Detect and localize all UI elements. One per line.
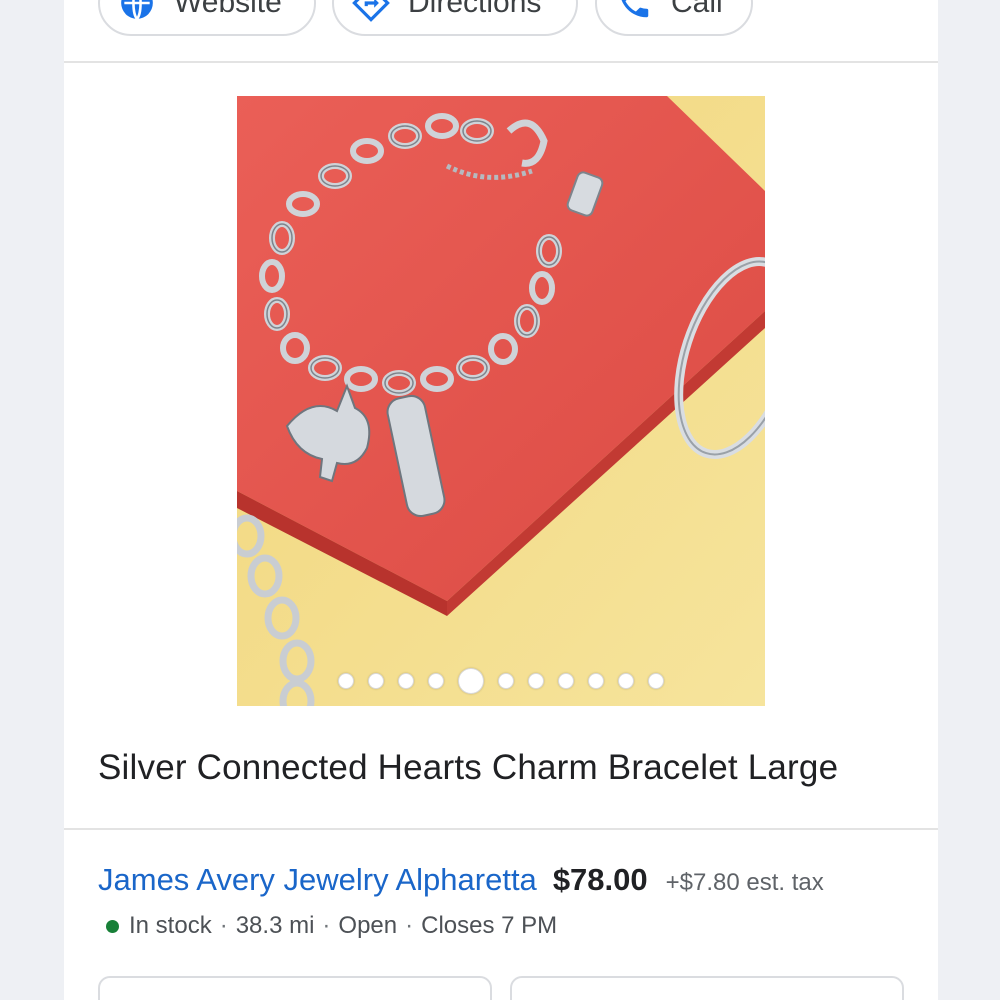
offer-row: James Avery Jewelry Alpharetta $78.00 +$…	[98, 862, 824, 898]
divider	[64, 61, 938, 63]
carousel-dot[interactable]	[428, 673, 444, 689]
open-status: Open	[338, 912, 398, 939]
closing-time: Closes 7 PM	[421, 912, 558, 939]
carousel-dot[interactable]	[618, 673, 634, 689]
carousel-dot[interactable]	[398, 673, 414, 689]
offer-action-button-right[interactable]	[510, 976, 904, 1000]
carousel-dot[interactable]	[558, 673, 574, 689]
availability-row: In stock · 38.3 mi · Open · Closes 7 PM	[106, 912, 557, 940]
website-label: Website	[174, 0, 282, 19]
stock-status: In stock	[129, 912, 212, 939]
call-label: Call	[671, 0, 723, 19]
product-image[interactable]	[237, 96, 765, 706]
tax-estimate: +$7.80 est. tax	[665, 869, 824, 896]
carousel-dot[interactable]	[588, 673, 604, 689]
carousel-indicators[interactable]	[237, 668, 765, 694]
carousel-dot[interactable]	[498, 673, 514, 689]
directions-label: Directions	[408, 0, 542, 19]
product-title: Silver Connected Hearts Charm Bracelet L…	[98, 748, 839, 787]
offer-action-button-left[interactable]	[98, 976, 492, 1000]
product-photo-graphic	[237, 96, 765, 706]
price: $78.00	[552, 862, 648, 897]
carousel-dot[interactable]	[648, 673, 664, 689]
carousel-dot[interactable]	[368, 673, 384, 689]
carousel-dot[interactable]	[528, 673, 544, 689]
in-stock-dot-icon	[106, 919, 119, 933]
call-button[interactable]: Call	[595, 0, 753, 36]
website-button[interactable]: Website	[98, 0, 316, 36]
carousel-dot[interactable]	[338, 673, 354, 689]
store-name-link[interactable]: James Avery Jewelry Alpharetta	[98, 862, 537, 898]
carousel-dot[interactable]	[458, 668, 484, 694]
directions-button[interactable]: Directions	[332, 0, 578, 36]
separator: ·	[322, 912, 331, 939]
distance: 38.3 mi	[235, 912, 315, 939]
phone-icon	[621, 0, 649, 18]
globe-icon	[121, 0, 153, 20]
divider	[64, 828, 938, 830]
separator: ·	[405, 912, 414, 939]
directions-icon	[352, 0, 390, 22]
separator: ·	[219, 912, 228, 939]
product-card: Website Directions Call Silver Connected…	[64, 0, 938, 1000]
